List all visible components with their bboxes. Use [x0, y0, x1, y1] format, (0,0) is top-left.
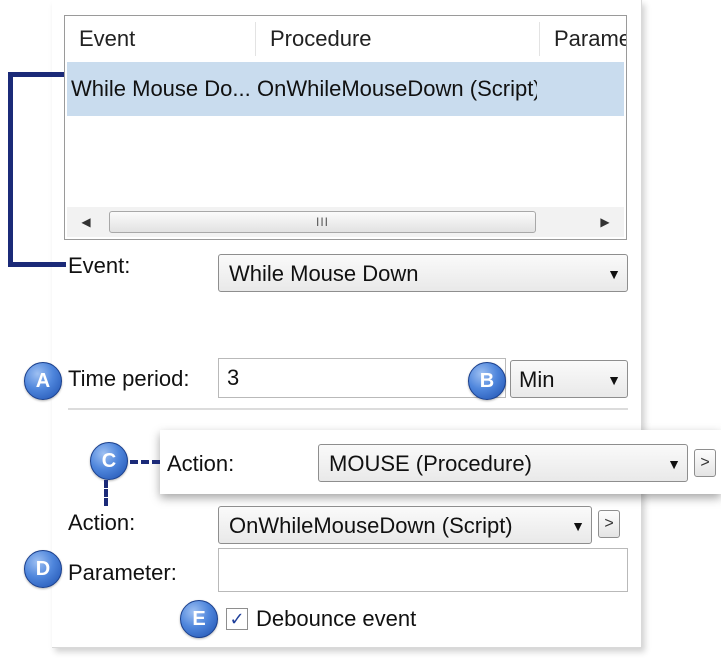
action-dropdown[interactable]: OnWhileMouseDown (Script) ▼ — [218, 506, 592, 544]
horizontal-scrollbar[interactable]: ◀ III ▶ — [67, 207, 624, 237]
connector-line-top — [8, 72, 64, 77]
chevron-down-icon: ▼ — [667, 456, 681, 472]
section-divider — [68, 408, 628, 410]
cell-event: While Mouse Do... — [71, 76, 251, 101]
event-dropdown-value: While Mouse Down — [229, 261, 419, 286]
debounce-label[interactable]: Debounce event — [256, 606, 416, 632]
list-header: Event Procedure Parame — [65, 16, 626, 62]
chevron-down-icon: ▼ — [571, 518, 585, 534]
scroll-right-icon[interactable]: ▶ — [590, 207, 620, 237]
time-period-input[interactable]: 3 — [218, 358, 506, 398]
callout-connector — [130, 460, 160, 464]
action-more-button[interactable]: > — [598, 510, 620, 538]
debounce-checkbox[interactable]: ✓ — [226, 608, 248, 630]
callout-connector-vertical — [104, 480, 108, 506]
list-row[interactable]: While Mouse Do... OnWhileMouseDown (Scri… — [67, 62, 624, 116]
time-unit-value: Min — [519, 367, 555, 392]
connector-line-bottom — [8, 262, 66, 267]
callout-badge-d: D — [24, 550, 62, 588]
cell-procedure: OnWhileMouseDown (Script) — [257, 76, 537, 101]
scroll-thumb[interactable]: III — [109, 211, 536, 233]
scroll-left-icon[interactable]: ◀ — [71, 207, 101, 237]
callout-action-more-button[interactable]: > — [694, 449, 716, 477]
events-list[interactable]: Event Procedure Parame While Mouse Do...… — [64, 15, 627, 240]
time-unit-dropdown[interactable]: Min ▼ — [510, 360, 628, 398]
event-label: Event: — [68, 253, 131, 278]
column-header-parameter[interactable]: Parame — [540, 16, 626, 62]
chevron-down-icon: ▼ — [607, 372, 621, 388]
action-label: Action: — [68, 510, 136, 535]
column-header-event[interactable]: Event — [65, 16, 255, 62]
chevron-down-icon: ▼ — [607, 266, 621, 282]
callout-badge-c: C — [90, 442, 128, 480]
column-header-procedure[interactable]: Procedure — [256, 16, 539, 62]
parameter-label: Parameter: — [68, 560, 177, 585]
time-period-value: 3 — [227, 365, 240, 390]
connector-line — [8, 72, 13, 267]
time-period-label: Time period: — [68, 366, 190, 391]
action-value: OnWhileMouseDown (Script) — [229, 513, 513, 538]
callout-action-label: Action: — [167, 451, 235, 476]
callout-badge-e: E — [180, 600, 218, 638]
parameter-input[interactable] — [218, 548, 628, 592]
event-dropdown[interactable]: While Mouse Down ▼ — [218, 254, 628, 292]
callout-action-dropdown[interactable]: MOUSE (Procedure) ▼ — [318, 444, 688, 482]
callout-badge-a: A — [24, 362, 62, 400]
grip-icon: III — [315, 215, 330, 229]
cell-parameter — [541, 62, 621, 116]
callout-badge-b: B — [468, 362, 506, 400]
callout-action-value: MOUSE (Procedure) — [329, 451, 532, 476]
